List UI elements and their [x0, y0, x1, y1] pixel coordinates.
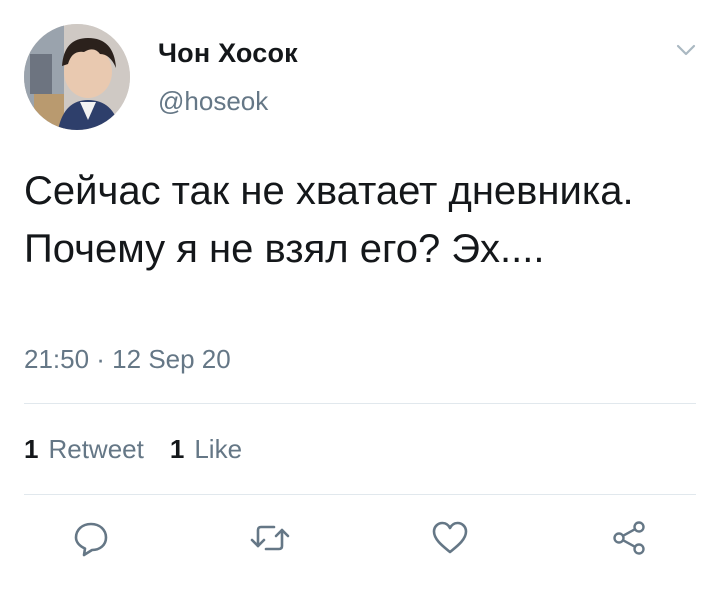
user-handle[interactable]: @hoseok: [158, 86, 268, 117]
retweet-label: Retweet: [48, 434, 144, 464]
reply-button[interactable]: [69, 518, 113, 562]
like-stat[interactable]: 1 Like: [170, 434, 242, 465]
heart-icon: [430, 518, 470, 563]
tweet-stats: 1 Retweet 1 Like: [24, 434, 268, 465]
retweet-count: 1: [24, 434, 39, 464]
like-button[interactable]: [428, 518, 472, 562]
retweet-button[interactable]: [248, 518, 292, 562]
retweet-icon: [248, 518, 292, 563]
divider: [24, 403, 696, 404]
avatar[interactable]: [24, 24, 130, 130]
like-count: 1: [169, 434, 185, 464]
action-bar: [0, 518, 720, 568]
display-name[interactable]: Чон Хосок: [158, 38, 298, 69]
like-label: Like: [194, 434, 243, 464]
retweet-stat[interactable]: 1 Retweet: [24, 434, 144, 465]
divider: [24, 494, 696, 495]
share-button[interactable]: [607, 518, 651, 562]
tweet-timestamp: 21:50 · 12 Sep 20: [24, 344, 231, 374]
reply-icon: [71, 518, 111, 563]
share-icon: [609, 518, 649, 563]
tweet-text: Сейчас так не хватает дневника. Почему я…: [24, 169, 634, 271]
chevron-down-icon[interactable]: [676, 42, 696, 58]
